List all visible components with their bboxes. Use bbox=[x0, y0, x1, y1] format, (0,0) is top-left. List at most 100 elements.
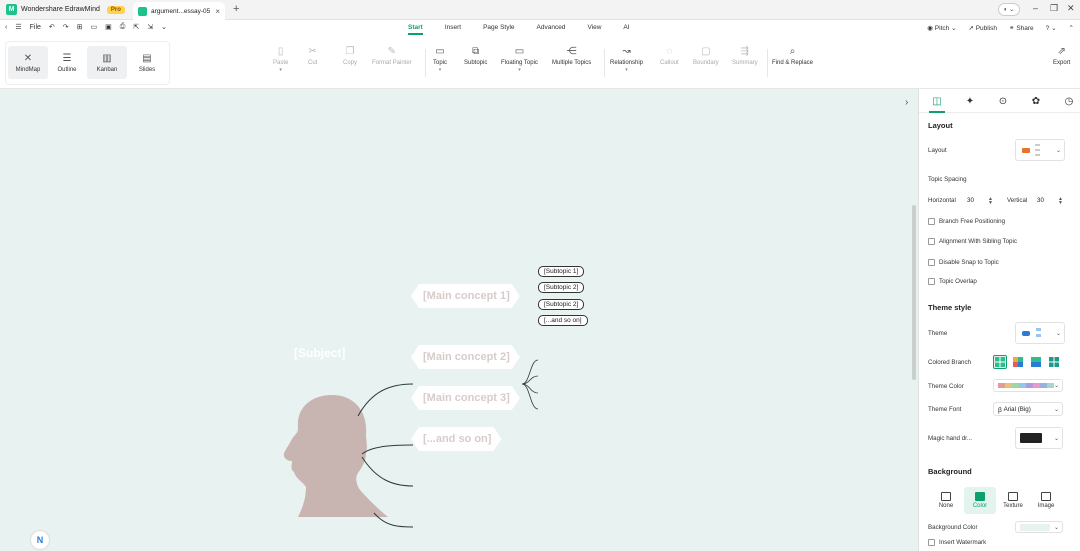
horizontal-spacing-input[interactable]: 30 ▲ ▼ bbox=[965, 195, 993, 206]
floating-topic-button[interactable]: ▭ Floating Topic ▾ bbox=[501, 46, 538, 73]
history-tab-icon[interactable]: ◷ bbox=[1060, 93, 1078, 109]
spinner-icon[interactable]: ▲ ▼ bbox=[1058, 196, 1063, 205]
menu-tab-view[interactable]: View bbox=[587, 24, 601, 31]
print-icon[interactable]: ⎙ bbox=[120, 23, 126, 31]
subtopic-node[interactable]: [Subtopic 2] bbox=[538, 282, 585, 293]
view-mode-kanban[interactable]: ▥ Kanban bbox=[87, 46, 127, 79]
checkbox-row[interactable]: Topic Overlap bbox=[928, 278, 977, 285]
boundary-button[interactable]: ▢ Boundary bbox=[693, 46, 719, 66]
redo-icon[interactable]: ↷ bbox=[63, 23, 69, 31]
restore-icon[interactable]: ❐ bbox=[1050, 3, 1058, 14]
subtopic-button[interactable]: ⧉ Subtopic bbox=[464, 46, 487, 66]
background-option-texture[interactable]: Texture bbox=[997, 487, 1029, 514]
save-icon[interactable]: ▣ bbox=[105, 23, 112, 31]
format-painter-button[interactable]: ✎ Format Painter bbox=[372, 46, 412, 66]
theme-font-select[interactable]: ꞵ Arial (Big) ⌄ bbox=[993, 402, 1063, 416]
pitch-button[interactable]: ◉ Pitch ⌄ bbox=[927, 24, 956, 32]
background-option-color[interactable]: Color bbox=[964, 487, 996, 514]
user-avatar[interactable]: ◐ ⌄ bbox=[998, 3, 1020, 16]
undo-icon[interactable]: ↶ bbox=[49, 23, 55, 31]
menu-tab-advanced[interactable]: Advanced bbox=[537, 24, 566, 31]
subtopic-node[interactable]: [Subtopic 2] bbox=[538, 299, 585, 310]
app-tab[interactable]: M Wondershare EdrawMind Pro bbox=[6, 4, 125, 15]
multiple-topics-button[interactable]: ⋲ Multiple Topics bbox=[552, 46, 591, 66]
checkbox[interactable] bbox=[928, 218, 935, 225]
checkbox[interactable] bbox=[928, 259, 935, 266]
checkbox-row[interactable]: Alignment With Sibling Topic bbox=[928, 238, 1017, 245]
callout-button[interactable]: ◌ Callout bbox=[660, 46, 679, 66]
help-icon[interactable]: ? ⌄ bbox=[1046, 24, 1057, 32]
chevron-down-icon[interactable]: ▾ bbox=[625, 67, 628, 73]
file-menu[interactable]: File bbox=[30, 24, 41, 31]
close-tab-icon[interactable]: × bbox=[215, 7, 220, 16]
new-icon[interactable]: ⊞ bbox=[77, 23, 83, 31]
colored-branch-option-2[interactable] bbox=[1011, 355, 1025, 369]
colored-branch-option-4[interactable] bbox=[1047, 355, 1061, 369]
background-option-image[interactable]: Image bbox=[1030, 487, 1062, 514]
document-tab[interactable]: argument...essay-05 × bbox=[133, 2, 225, 20]
layout-select[interactable]: ⌄ bbox=[1015, 139, 1065, 161]
chevron-down-icon[interactable]: ▾ bbox=[518, 67, 521, 73]
menu-tab-start[interactable]: Start bbox=[408, 24, 423, 35]
mindmap-canvas[interactable]: [Main concept 1] [Main concept 2] [Main co… bbox=[0, 89, 918, 551]
menu-tab-page-style[interactable]: Page Style bbox=[483, 24, 514, 31]
main-concept-node[interactable]: [Main concept 3] bbox=[411, 386, 520, 410]
cut-button[interactable]: ✂ Cut bbox=[308, 46, 317, 66]
ai-assistant-icon[interactable]: N bbox=[30, 530, 50, 550]
menu-tab-ai[interactable]: AI bbox=[623, 24, 629, 31]
vertical-spacing-input[interactable]: 30 ▲ ▼ bbox=[1035, 195, 1063, 206]
background-color-select[interactable]: ⌄ bbox=[1015, 521, 1063, 533]
chevron-down-icon[interactable]: ▾ bbox=[439, 67, 442, 73]
magic-hand-select[interactable]: ⌄ bbox=[1015, 427, 1063, 449]
find-replace-button[interactable]: ⌕ Find & Replace bbox=[772, 46, 813, 66]
share-quick-icon[interactable]: ⇲ bbox=[147, 23, 153, 31]
main-concept-node[interactable]: [Main concept 2] bbox=[411, 345, 520, 369]
subject-node[interactable]: [Subject] bbox=[294, 346, 345, 360]
watermark-checkbox[interactable] bbox=[928, 539, 935, 546]
view-mode-outline[interactable]: ☰ Outline bbox=[47, 46, 87, 79]
chevron-down-icon[interactable]: ▾ bbox=[279, 67, 282, 73]
colored-branch-option-1[interactable] bbox=[993, 355, 1007, 369]
main-concept-node[interactable]: [Main concept 1] bbox=[411, 284, 520, 308]
style-tab-icon[interactable]: ✦ bbox=[961, 93, 979, 109]
checkbox[interactable] bbox=[928, 238, 935, 245]
share-button[interactable]: ⚭ Share bbox=[1009, 24, 1034, 32]
menu-tab-insert[interactable]: Insert bbox=[445, 24, 461, 31]
insert-watermark-row[interactable]: Insert Watermark bbox=[928, 539, 986, 546]
checkbox[interactable] bbox=[928, 278, 935, 285]
colored-branch-option-3[interactable] bbox=[1029, 355, 1043, 369]
location-tab-icon[interactable]: ⊙ bbox=[994, 93, 1012, 109]
relationship-button[interactable]: ↝ Relationship ▾ bbox=[610, 46, 643, 73]
more-icon[interactable]: ⌄ bbox=[161, 23, 167, 31]
main-concept-node[interactable]: [...and so on] bbox=[411, 427, 501, 451]
close-window-icon[interactable]: ✕ bbox=[1067, 3, 1075, 14]
open-folder-icon[interactable]: ▭ bbox=[91, 23, 98, 31]
background-option-none[interactable]: None bbox=[930, 487, 962, 514]
checkbox-row[interactable]: Disable Snap to Topic bbox=[928, 259, 999, 266]
theme-color-select[interactable]: ⌄ bbox=[993, 379, 1063, 392]
export-quick-icon[interactable]: ⇱ bbox=[133, 23, 139, 31]
export-button[interactable]: ⇗ Export bbox=[1053, 46, 1070, 66]
collapse-panel-icon[interactable]: › bbox=[905, 97, 908, 108]
summary-button[interactable]: ⇶ Summary bbox=[732, 46, 758, 66]
copy-button[interactable]: ❐ Copy bbox=[343, 46, 357, 66]
paste-button[interactable]: ▯ Paste ▾ bbox=[273, 46, 288, 73]
subtopic-node[interactable]: [...and so on] bbox=[538, 315, 588, 326]
subtopic-node[interactable]: [Subtopic 1] bbox=[538, 266, 585, 277]
checkbox-row[interactable]: Branch Free Positioning bbox=[928, 218, 1005, 225]
publish-button[interactable]: ➚ Publish bbox=[968, 24, 997, 32]
minimize-icon[interactable]: – bbox=[1033, 3, 1038, 13]
new-tab-button[interactable]: + bbox=[233, 3, 239, 15]
vertical-scrollbar[interactable] bbox=[912, 205, 916, 380]
theme-select[interactable]: ⌄ bbox=[1015, 322, 1065, 344]
back-icon[interactable]: ‹ bbox=[5, 24, 7, 31]
connector-3 bbox=[361, 456, 414, 487]
view-mode-slides[interactable]: ▤ Slides bbox=[127, 46, 167, 79]
collapse-ribbon-icon[interactable]: ⌃ bbox=[1069, 24, 1074, 32]
spinner-icon[interactable]: ▲ ▼ bbox=[988, 196, 993, 205]
layout-tab-icon[interactable]: ◫ bbox=[928, 93, 946, 113]
view-mode-mindmap[interactable]: ✕ MindMap bbox=[8, 46, 48, 79]
badge-tab-icon[interactable]: ✿ bbox=[1027, 93, 1045, 109]
hamburger-icon[interactable]: ☰ bbox=[15, 23, 21, 31]
topic-button[interactable]: ▭ Topic ▾ bbox=[433, 46, 447, 73]
